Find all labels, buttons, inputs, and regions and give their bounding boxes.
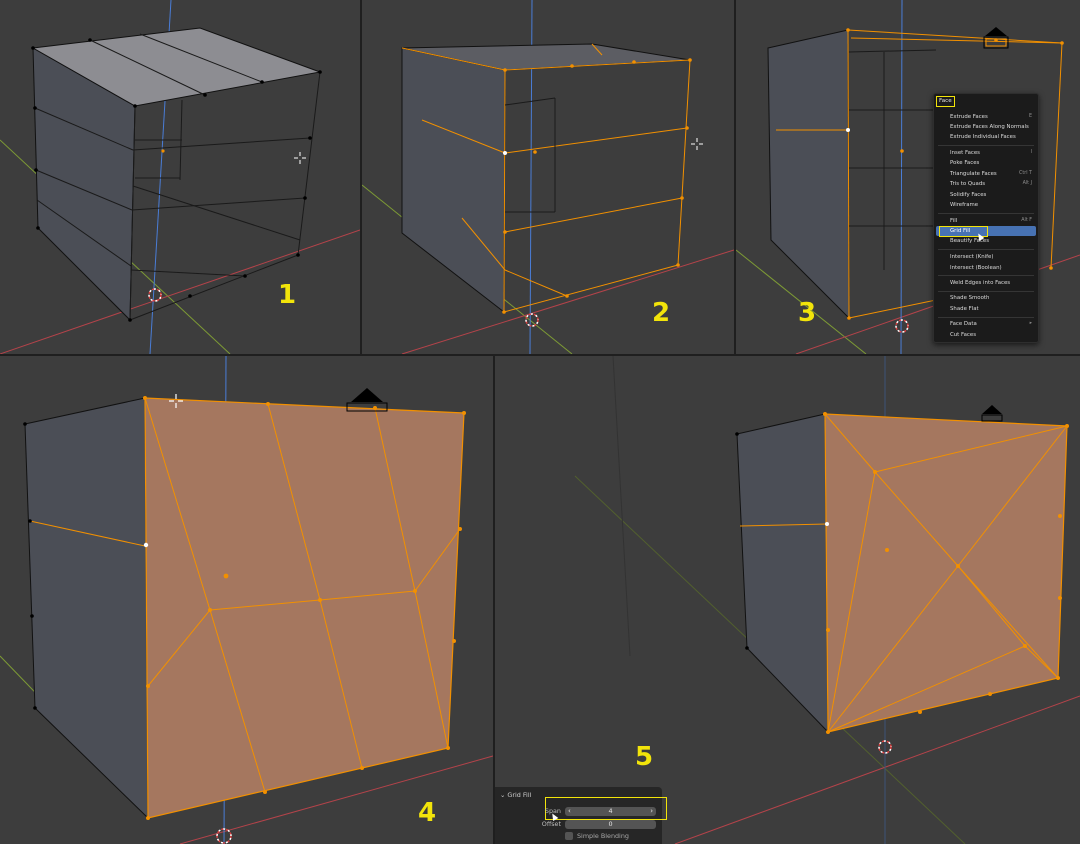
grid-fill-operator-panel[interactable]: ⌄ Grid Fill Span ‹ 4 › Offset 0 Simple B… bbox=[495, 787, 667, 844]
offset-field[interactable]: 0 bbox=[565, 820, 656, 829]
step-number-5: 5 bbox=[635, 742, 654, 772]
menu-item-extrude-individual-faces[interactable]: Extrude Individual Faces bbox=[936, 132, 1036, 142]
interior-edges bbox=[504, 97, 556, 213]
chevron-right-icon: ▸ bbox=[1029, 321, 1032, 326]
3d-cursor-icon bbox=[216, 828, 232, 844]
menu-item-wireframe[interactable]: Wireframe bbox=[936, 200, 1036, 210]
interior-edges bbox=[848, 49, 937, 270]
viewport-step-5[interactable]: 5 bbox=[495, 356, 1080, 844]
menu-separator bbox=[938, 249, 1034, 250]
x-axis-line bbox=[0, 229, 360, 354]
menu-item-weld-edges-into-faces[interactable]: Weld Edges into Faces bbox=[936, 278, 1036, 288]
viewport-4-canvas bbox=[0, 356, 493, 844]
3d-cursor-icon bbox=[878, 740, 892, 754]
menu-item-extrude-faces-along-normals[interactable]: Extrude Faces Along Normals bbox=[936, 122, 1036, 132]
menu-item-inset-faces[interactable]: Inset Faces I bbox=[936, 148, 1036, 158]
crosshair-cursor-icon bbox=[294, 152, 306, 164]
menu-item-beautify-faces[interactable]: Beautify Faces bbox=[936, 236, 1036, 246]
menu-separator bbox=[938, 291, 1034, 292]
active-vertex bbox=[825, 522, 829, 526]
menu-item-solidify-faces[interactable]: Solidify Faces bbox=[936, 190, 1036, 200]
cube-left-face bbox=[767, 29, 850, 320]
menu-separator bbox=[938, 317, 1034, 318]
3d-cursor-icon bbox=[525, 313, 539, 327]
step-number-3: 3 bbox=[798, 298, 817, 328]
simple-blending-checkbox[interactable] bbox=[565, 832, 573, 840]
3d-cursor-icon bbox=[148, 288, 162, 302]
viewport-1-canvas[interactable] bbox=[0, 0, 360, 354]
menu-item-intersect-knife[interactable]: Intersect (Knife) bbox=[936, 252, 1036, 262]
menu-item-fill[interactable]: Fill Alt F bbox=[936, 216, 1036, 226]
cube-left-face bbox=[401, 47, 506, 314]
menu-item-cut-faces[interactable]: Cut Faces bbox=[936, 330, 1036, 340]
operator-title: Grid Fill bbox=[507, 791, 532, 799]
crosshair-cursor-icon bbox=[691, 138, 703, 150]
cube-left-face bbox=[24, 397, 149, 820]
crosshair-cursor-icon bbox=[169, 394, 183, 408]
offset-value: 0 bbox=[608, 820, 613, 828]
menu-item-shade-smooth[interactable]: Shade Smooth bbox=[936, 293, 1036, 303]
menu-item-grid-fill[interactable]: Grid Fill bbox=[936, 226, 1036, 237]
step-number-2: 2 bbox=[652, 298, 671, 328]
span-value: 4 bbox=[608, 807, 613, 815]
cube-left-face bbox=[736, 413, 829, 734]
menu-separator bbox=[938, 145, 1034, 146]
menu-title: Face bbox=[936, 96, 955, 107]
span-field[interactable]: ‹ 4 › bbox=[565, 807, 656, 816]
step-number-4: 4 bbox=[418, 798, 437, 828]
active-vertex bbox=[143, 542, 149, 548]
viewport-2-canvas bbox=[362, 0, 734, 354]
menu-item-face-data[interactable]: Face Data ▸ bbox=[936, 319, 1036, 329]
chevron-left-icon[interactable]: ‹ bbox=[568, 807, 571, 816]
active-vertex bbox=[846, 128, 850, 132]
filled-face bbox=[824, 413, 1068, 733]
offset-label: Offset bbox=[541, 820, 561, 828]
chevron-right-icon[interactable]: › bbox=[650, 807, 653, 816]
viewport-step-4[interactable]: 4 bbox=[0, 356, 493, 844]
active-vertex bbox=[503, 151, 507, 155]
camera-icon bbox=[346, 388, 388, 412]
chevron-down-icon: ⌄ bbox=[500, 791, 506, 799]
viewport-step-1[interactable]: 1 bbox=[0, 0, 360, 354]
menu-separator bbox=[938, 213, 1034, 214]
menu-item-extrude-faces[interactable]: Extrude Faces E bbox=[936, 112, 1036, 122]
3d-cursor-icon bbox=[895, 319, 909, 333]
object-origin bbox=[161, 149, 165, 153]
camera-icon bbox=[981, 405, 1003, 422]
menu-separator bbox=[938, 275, 1034, 276]
camera-icon bbox=[983, 27, 1009, 49]
menu-item-tris-to-quads[interactable]: Tris to Quads Alt J bbox=[936, 179, 1036, 189]
grid-filled-face bbox=[144, 397, 465, 819]
viewport-step-2[interactable]: 2 bbox=[362, 0, 734, 354]
face-context-menu[interactable]: Face Extrude Faces E Extrude Faces Along … bbox=[933, 93, 1039, 343]
viewport-5-canvas bbox=[574, 356, 1080, 844]
menu-item-intersect-boolean[interactable]: Intersect (Boolean) bbox=[936, 263, 1036, 273]
operator-panel-header[interactable]: ⌄ Grid Fill bbox=[500, 790, 531, 800]
menu-item-shade-flat[interactable]: Shade Flat bbox=[936, 304, 1036, 314]
menu-item-triangulate-faces[interactable]: Triangulate Faces Ctrl T bbox=[936, 169, 1036, 179]
menu-item-poke-faces[interactable]: Poke Faces bbox=[936, 158, 1036, 168]
simple-blending-label: Simple Blending bbox=[577, 832, 629, 840]
step-number-1: 1 bbox=[278, 280, 297, 310]
